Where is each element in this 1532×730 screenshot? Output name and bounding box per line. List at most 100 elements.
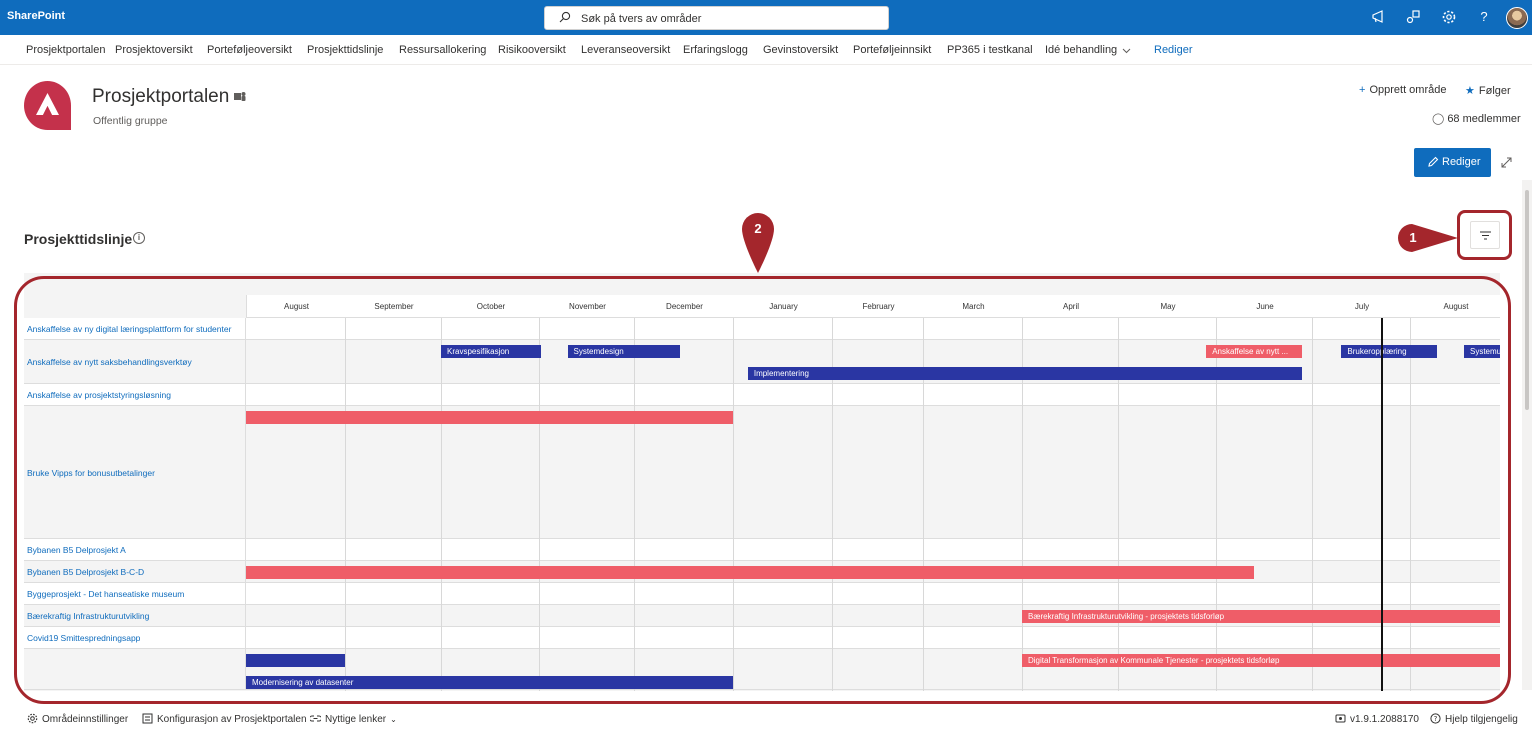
search-placeholder: Søk på tvers av områder <box>581 13 702 25</box>
nav-item-leveranseoversikt[interactable]: Leveranseoversikt <box>581 44 670 56</box>
timeline-bar[interactable]: Modernisering av datasenter <box>246 676 733 689</box>
footer-settings-label: Områdeinnstillinger <box>42 714 129 725</box>
project-link[interactable]: Bybanen B5 Delprosjekt B-C-D <box>27 567 144 577</box>
month-label: October <box>476 302 506 311</box>
nav-item-ide-behandling[interactable]: Idé behandling <box>1045 44 1117 56</box>
site-title[interactable]: Prosjektportalen <box>92 86 229 108</box>
avatar[interactable] <box>1506 7 1528 29</box>
timeline-bar[interactable]: Brukeropplæring <box>1341 345 1437 358</box>
footer-version[interactable]: v1.9.1.2088170 <box>1335 713 1419 725</box>
create-area-label: Opprett område <box>1369 84 1447 96</box>
page-scrollbar[interactable] <box>1522 180 1532 690</box>
teams-icon[interactable] <box>234 91 246 102</box>
timeline-row: Covid19 Smittespredningsapp <box>24 627 1500 649</box>
timeline-bar[interactable]: Systemdesign <box>567 345 680 358</box>
hub-navigation: Prosjektportalen Prosjektoversikt Portef… <box>0 35 1532 65</box>
timeline-bar[interactable] <box>246 411 733 424</box>
nav-item-risikooversikt[interactable]: Risikooversikt <box>498 44 566 56</box>
project-link[interactable]: Bærekraftig Infrastrukturutvikling <box>27 611 149 621</box>
config-icon <box>142 713 153 724</box>
annotation-marker-2: 2 <box>754 221 762 236</box>
chevron-down-icon[interactable] <box>1122 48 1131 54</box>
month-label: December <box>666 302 703 311</box>
project-link[interactable]: Bruke Vipps for bonusutbetalinger <box>27 468 155 478</box>
timeline-bar[interactable]: Bærekraftig Infrastrukturutvikling - pro… <box>1022 610 1500 623</box>
timeline-bar[interactable]: Implementering <box>747 367 1303 380</box>
month-label: February <box>862 302 895 311</box>
month-label: September <box>374 302 414 311</box>
help-circle-icon: ? <box>1430 713 1441 724</box>
nav-item-erfaringslogg[interactable]: Erfaringslogg <box>683 44 748 56</box>
nav-item-ressursallokering[interactable]: Ressursallokering <box>399 44 486 56</box>
timeline-bar[interactable] <box>246 654 345 667</box>
project-link[interactable]: Anskaffelse av prosjektstyringsløsning <box>27 390 171 400</box>
help-icon[interactable]: ? <box>1476 9 1492 25</box>
megaphone-icon[interactable] <box>1371 9 1387 25</box>
gear-icon[interactable] <box>1441 9 1457 25</box>
app-icon[interactable] <box>1405 9 1421 25</box>
filter-button[interactable] <box>1470 221 1500 249</box>
footer-links[interactable]: Nyttige lenker ⌄ <box>310 713 397 725</box>
info-icon[interactable]: i <box>133 232 145 244</box>
month-gridline <box>1312 318 1313 691</box>
footer-help[interactable]: ? Hjelp tilgjengelig <box>1430 713 1518 725</box>
scrollbar-thumb[interactable] <box>1525 190 1529 410</box>
search-box[interactable]: Søk på tvers av områder <box>544 6 889 30</box>
project-link[interactable]: Covid19 Smittespredningsapp <box>27 633 140 643</box>
site-logo[interactable] <box>24 81 71 130</box>
timeline-month-header: August September October November December Ja… <box>246 295 1500 318</box>
timeline-bar[interactable] <box>246 566 1255 579</box>
gear-icon <box>27 713 38 724</box>
nav-edit-link[interactable]: Rediger <box>1154 44 1193 56</box>
timeline-bar[interactable]: Digital Transformasjon av Kommunale Tjen… <box>1022 654 1500 667</box>
project-timeline[interactable]: August September October November December Ja… <box>24 273 1500 691</box>
month-gridline <box>1410 318 1411 691</box>
project-link[interactable]: Anskaffelse av ny digital læringsplattfo… <box>27 324 231 334</box>
page-edit-button[interactable]: Rediger <box>1414 148 1491 177</box>
expand-icon[interactable] <box>1501 157 1512 168</box>
month-gridline <box>441 318 442 691</box>
footer-site-settings[interactable]: Områdeinnstillinger <box>27 713 128 725</box>
timeline-row: Anskaffelse av prosjektstyringsløsning <box>24 384 1500 406</box>
timeline-row: Byggeprosjekt - Det hanseatiske museum <box>24 583 1500 605</box>
nav-item-prosjektoversikt[interactable]: Prosjektoversikt <box>115 44 193 56</box>
timeline-bar[interactable]: Systemutvikling <box>1464 345 1500 358</box>
person-icon: ◯ <box>1432 113 1445 125</box>
month-label: January <box>769 302 798 311</box>
timeline-bar[interactable]: Anskaffelse av nytt ... <box>1206 345 1303 358</box>
star-icon: ★ <box>1465 85 1475 97</box>
timeline-row: Bybanen B5 Delprosjekt A <box>24 539 1500 561</box>
month-gridline <box>733 318 734 691</box>
page-footer: Områdeinnstillinger Konfigurasjon av Pro… <box>0 705 1532 730</box>
nav-item-portefoljeoversikt[interactable]: Porteføljeoversikt <box>207 44 292 56</box>
footer-config[interactable]: Konfigurasjon av Prosjektportalen <box>142 713 307 725</box>
project-link[interactable]: Anskaffelse av nytt saksbehandlingsverkt… <box>27 357 192 367</box>
pencil-icon <box>1428 156 1439 167</box>
month-gridline <box>539 318 540 691</box>
footer-help-label: Hjelp tilgjengelig <box>1445 714 1518 725</box>
site-visibility: Offentlig gruppe <box>93 115 168 127</box>
members-button[interactable]: ◯ 68 medlemmer <box>1432 112 1521 125</box>
members-label: 68 medlemmer <box>1447 113 1521 125</box>
month-label: August <box>284 302 309 311</box>
nav-item-prosjekttidslinje[interactable]: Prosjekttidslinje <box>307 44 383 56</box>
project-link[interactable]: Bybanen B5 Delprosjekt A <box>27 545 126 555</box>
app-brand[interactable]: SharePoint <box>7 10 65 22</box>
month-label: June <box>1256 302 1274 311</box>
create-area-button[interactable]: + Opprett område <box>1359 84 1446 96</box>
nav-item-portefoljeinnsikt[interactable]: Porteføljeinnsikt <box>853 44 931 56</box>
timeline-bar[interactable]: Kravspesifikasjon <box>441 345 541 358</box>
month-label: July <box>1354 302 1370 311</box>
nav-item-prosjektportalen[interactable]: Prosjektportalen <box>26 44 106 56</box>
project-link[interactable]: Byggeprosjekt - Det hanseatiske museum <box>27 589 184 599</box>
nav-item-pp365-testkanal[interactable]: PP365 i testkanal <box>947 44 1033 56</box>
month-label: November <box>569 302 606 311</box>
month-gridline <box>634 318 635 691</box>
timeline-row: Anskaffelse av ny digital læringsplattfo… <box>24 318 1500 340</box>
section-title: Prosjekttidslinje <box>24 231 133 247</box>
following-button[interactable]: ★ Følger <box>1465 84 1511 97</box>
search-icon <box>559 11 571 23</box>
svg-text:?: ? <box>1434 715 1438 723</box>
month-gridline <box>345 318 346 691</box>
nav-item-gevinstoversikt[interactable]: Gevinstoversikt <box>763 44 838 56</box>
